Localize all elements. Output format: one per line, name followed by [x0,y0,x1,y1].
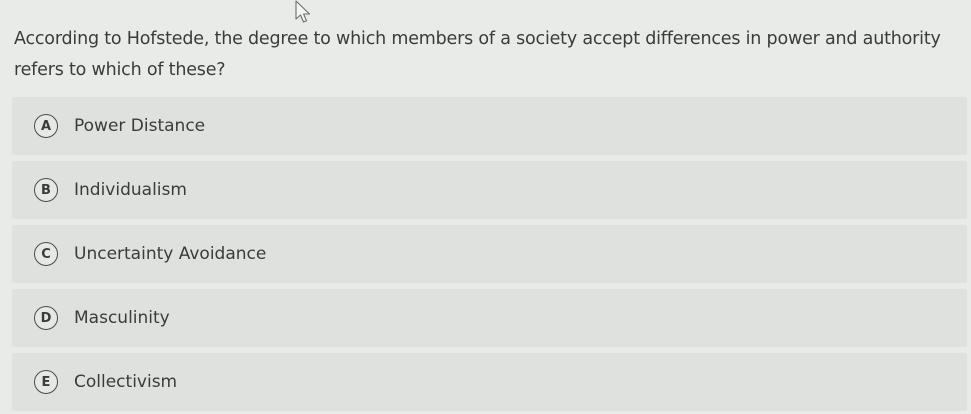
option-label: Power Distance [74,116,206,136]
option-label: Uncertainty Avoidance [74,244,267,264]
option-c[interactable]: C Uncertainty Avoidance [12,225,967,283]
mouse-pointer-icon [295,0,311,23]
question-text: According to Hofstede, the degree to whi… [14,29,941,80]
option-label: Individualism [74,180,187,200]
option-b[interactable]: B Individualism [12,161,967,219]
option-label: Masculinity [74,308,170,328]
option-d[interactable]: D Masculinity [12,289,967,347]
option-letter-badge: D [34,306,58,330]
option-letter-badge: A [34,114,58,138]
option-letter-badge: E [34,370,58,394]
option-e[interactable]: E Collectivism [12,353,967,411]
option-letter-badge: C [34,242,58,266]
answer-options: A Power Distance B Individualism C Uncer… [12,97,967,411]
option-a[interactable]: A Power Distance [12,97,967,155]
option-letter-badge: B [34,178,58,202]
option-label: Collectivism [74,372,178,392]
